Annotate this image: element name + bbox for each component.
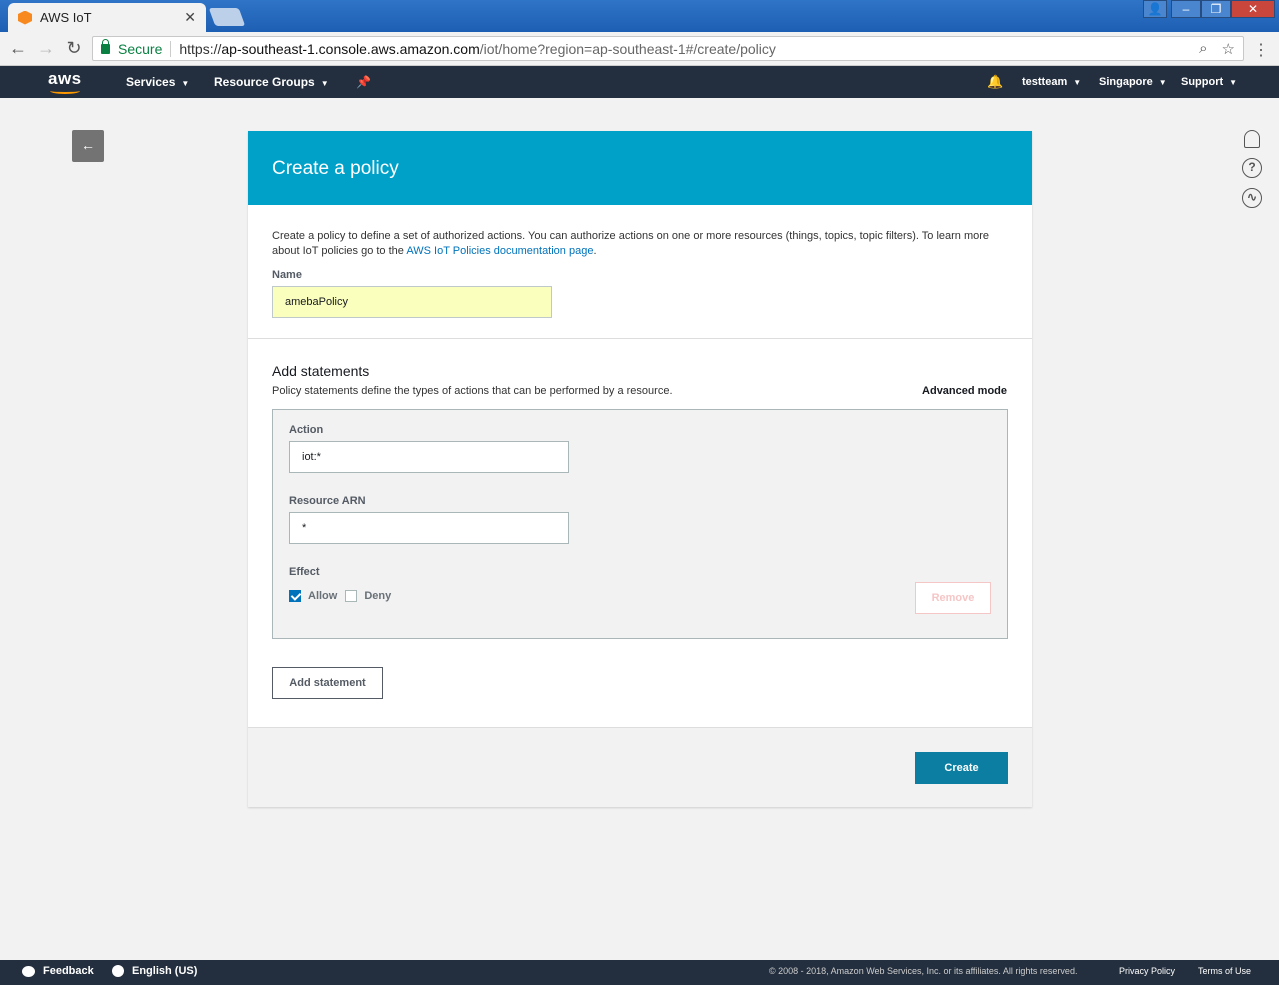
aws-smile-icon	[50, 88, 80, 94]
language-label: English (US)	[132, 965, 198, 977]
page-title: Create a policy	[248, 131, 1032, 205]
aws-iot-favicon-icon	[18, 10, 32, 25]
console-footer: Feedback English (US) © 2008 - 2018, Ama…	[0, 960, 1279, 985]
side-toolbar: ? ∿	[1242, 130, 1262, 208]
advanced-mode-link[interactable]: Advanced mode	[922, 385, 1007, 397]
globe-icon	[112, 965, 124, 977]
minimize-icon[interactable]: –	[1171, 0, 1201, 18]
url-path: /iot/home?region=ap-southeast-1#/create/…	[479, 40, 776, 57]
page-description: Create a policy to define a set of autho…	[272, 229, 1008, 259]
support-label: Support	[1181, 76, 1224, 88]
forward-arrow-icon[interactable]: →	[32, 38, 60, 59]
resource-arn-label: Resource ARN	[289, 495, 366, 507]
name-label: Name	[272, 269, 302, 281]
chevron-down-icon: ▼	[1073, 78, 1082, 87]
account-menu[interactable]: testteam ▼	[1022, 76, 1081, 88]
new-tab-button[interactable]	[208, 8, 246, 26]
documentation-link[interactable]: AWS IoT Policies documentation page	[406, 245, 593, 257]
support-menu[interactable]: Support ▼	[1181, 76, 1237, 88]
aws-logo[interactable]: aws	[48, 69, 82, 94]
account-label: testteam	[1022, 76, 1068, 88]
services-menu[interactable]: Services ▼	[126, 75, 189, 89]
tab-close-icon[interactable]: ✕	[184, 9, 196, 26]
browser-menu-icon[interactable]: ⋮	[1253, 40, 1269, 60]
allow-checkbox[interactable]	[289, 590, 301, 602]
policy-name-input[interactable]: amebaPolicy	[272, 286, 552, 318]
aws-logo-text: aws	[48, 69, 82, 88]
privacy-policy-link[interactable]: Privacy Policy	[1119, 966, 1175, 976]
statement-panel: Action iot:* Resource ARN * Effect Allow…	[272, 409, 1008, 639]
create-button[interactable]: Create	[915, 752, 1008, 784]
resource-groups-menu[interactable]: Resource Groups ▼	[214, 75, 329, 89]
resource-groups-label: Resource Groups	[214, 75, 315, 89]
restore-icon[interactable]: ❐	[1201, 0, 1231, 18]
pin-icon[interactable]: 📌	[356, 75, 371, 89]
url-scheme: https://	[179, 40, 222, 57]
remove-button[interactable]: Remove	[915, 582, 991, 614]
window-controls: 👤 – ❐ ✕	[1143, 0, 1275, 18]
browser-tabstrip: AWS IoT ✕ 👤 – ❐ ✕	[0, 0, 1279, 32]
user-profile-icon[interactable]: 👤	[1143, 0, 1167, 18]
deny-label: Deny	[364, 590, 392, 602]
back-arrow-icon[interactable]: ←	[4, 38, 32, 59]
arrow-left-icon: ←	[81, 137, 95, 153]
card-actions: Create	[248, 728, 1032, 807]
description-end: .	[593, 245, 597, 257]
aws-top-nav: aws Services ▼ Resource Groups ▼ 📌 🔔 testt…	[0, 66, 1279, 98]
copyright-text: © 2008 - 2018, Amazon Web Services, Inc.…	[769, 966, 1078, 976]
feedback-label: Feedback	[43, 965, 94, 977]
speech-bubble-icon	[22, 965, 35, 977]
secure-label: Secure	[118, 40, 163, 57]
reload-icon[interactable]: ↻	[60, 38, 88, 59]
address-bar: ← → ↻ Secure https://ap-southeast-1.cons…	[0, 32, 1279, 66]
create-policy-card: Create a policy Create a policy to defin…	[248, 131, 1032, 807]
chevron-down-icon: ▼	[1158, 78, 1167, 87]
activity-icon[interactable]: ∿	[1242, 188, 1262, 208]
chevron-down-icon: ▼	[320, 79, 329, 88]
statements-section: Add statements Policy statements define …	[248, 339, 1032, 728]
browser-tab[interactable]: AWS IoT ✕	[8, 3, 206, 32]
statements-heading: Add statements	[272, 363, 370, 379]
description-text: Create a policy to define a set of autho…	[272, 230, 990, 257]
add-statement-button[interactable]: Add statement	[272, 667, 383, 699]
secure-indicator[interactable]: Secure	[93, 38, 163, 57]
resource-arn-input[interactable]: *	[289, 512, 569, 544]
deny-checkbox[interactable]	[345, 590, 358, 602]
help-icon[interactable]: ?	[1242, 158, 1262, 178]
tab-title: AWS IoT	[40, 10, 92, 25]
bell-icon[interactable]	[1244, 130, 1260, 148]
url-text: https://ap-southeast-1.console.aws.amazo…	[179, 41, 1199, 57]
region-label: Singapore	[1099, 76, 1153, 88]
effect-options: Allow Deny	[289, 590, 991, 602]
allow-label: Allow	[308, 590, 338, 602]
chevron-down-icon: ▼	[181, 79, 190, 88]
chevron-down-icon: ▼	[1229, 78, 1238, 87]
back-button[interactable]: ←	[72, 130, 104, 162]
language-selector[interactable]: English (US)	[112, 965, 197, 977]
feedback-link[interactable]: Feedback	[22, 965, 94, 977]
effect-label: Effect	[289, 566, 320, 578]
services-label: Services	[126, 75, 176, 89]
zoom-icon[interactable]: ⌕	[1199, 40, 1207, 58]
window-close-icon[interactable]: ✕	[1231, 0, 1275, 18]
url-input[interactable]: Secure https://ap-southeast-1.console.aw…	[92, 36, 1244, 61]
statements-subtext: Policy statements define the types of ac…	[272, 385, 673, 397]
notifications-bell-icon[interactable]: 🔔	[987, 74, 1003, 90]
lock-icon	[101, 38, 110, 54]
bookmark-star-icon[interactable]: ☆	[1222, 40, 1235, 58]
region-menu[interactable]: Singapore ▼	[1099, 76, 1167, 88]
policy-details-section: Create a policy to define a set of autho…	[248, 205, 1032, 339]
action-label: Action	[289, 424, 324, 436]
url-host: ap-southeast-1.console.aws.amazon.com	[221, 40, 480, 57]
omnibox-separator	[170, 40, 172, 57]
terms-of-use-link[interactable]: Terms of Use	[1198, 966, 1251, 976]
action-input[interactable]: iot:*	[289, 441, 569, 473]
